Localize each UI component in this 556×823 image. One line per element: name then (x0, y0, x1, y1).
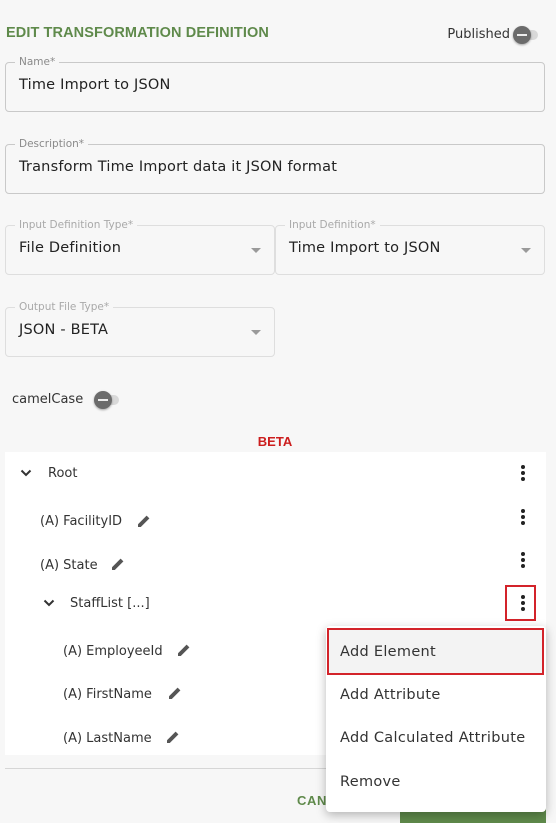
published-label: Published (447, 27, 510, 42)
cancel-button[interactable]: CAN (297, 793, 327, 808)
chevron-down-icon[interactable] (42, 596, 56, 610)
chevron-down-icon[interactable] (19, 466, 33, 480)
dropdown-arrow-icon (521, 248, 531, 253)
edit-pencil-icon[interactable] (137, 514, 151, 528)
input-definition-type-select[interactable]: Input Definition Type* File Definition (5, 218, 275, 275)
menu-item-add-calculated-attribute[interactable]: Add Calculated Attribute (340, 730, 525, 746)
description-value: Transform Time Import data it JSON forma… (19, 159, 338, 175)
edit-pencil-icon[interactable] (168, 686, 182, 700)
input-definition-type-value: File Definition (19, 240, 122, 256)
edit-pencil-icon[interactable] (111, 557, 125, 571)
beta-label: BETA (257, 434, 293, 449)
tree-node-employeeid[interactable]: (A) EmployeeId (63, 644, 163, 659)
description-field[interactable]: Description* Transform Time Import data … (5, 137, 545, 194)
input-definition-type-label: Input Definition Type* (15, 218, 138, 232)
camelcase-toggle-knob (94, 391, 112, 409)
tree-node-stafflist[interactable]: StaffList [...] (70, 596, 150, 611)
description-label: Description* (15, 137, 89, 151)
name-field[interactable]: Name* Time Import to JSON (5, 55, 545, 112)
input-definition-value: Time Import to JSON (289, 240, 441, 256)
output-file-type-label: Output File Type* (15, 300, 114, 314)
edit-pencil-icon[interactable] (166, 730, 180, 744)
camelcase-toggle[interactable] (94, 391, 119, 409)
edit-pencil-icon[interactable] (177, 643, 191, 657)
state-more-icon[interactable] (518, 551, 528, 569)
output-file-type-value: JSON - BETA (19, 322, 109, 338)
tree-node-facilityid[interactable]: (A) FacilityID (40, 514, 122, 529)
page-title: EDIT TRANSFORMATION DEFINITION (6, 25, 269, 41)
tree-node-firstname[interactable]: (A) FirstName (63, 687, 152, 702)
facilityid-more-icon[interactable] (518, 508, 528, 526)
tree-node-lastname[interactable]: (A) LastName (63, 731, 152, 746)
camelcase-label: camelCase (12, 392, 84, 407)
published-toggle-knob (513, 26, 531, 44)
input-definition-label: Input Definition* (285, 218, 380, 232)
input-definition-select[interactable]: Input Definition* Time Import to JSON (275, 218, 545, 275)
dropdown-arrow-icon (251, 248, 261, 253)
published-toggle[interactable] (513, 26, 538, 44)
context-menu: Add Element Add Attribute Add Calculated… (326, 626, 546, 812)
name-value: Time Import to JSON (19, 77, 171, 93)
name-label: Name* (15, 55, 60, 69)
stafflist-more-icon[interactable] (518, 594, 528, 612)
output-file-type-select[interactable]: Output File Type* JSON - BETA (5, 300, 275, 357)
dropdown-arrow-icon (251, 330, 261, 335)
menu-item-add-attribute[interactable]: Add Attribute (340, 687, 441, 703)
root-more-icon[interactable] (518, 464, 528, 482)
tree-node-state[interactable]: (A) State (40, 558, 98, 573)
menu-item-add-element[interactable]: Add Element (340, 644, 436, 660)
menu-item-remove[interactable]: Remove (340, 774, 401, 790)
tree-node-root[interactable]: Root (48, 466, 77, 481)
